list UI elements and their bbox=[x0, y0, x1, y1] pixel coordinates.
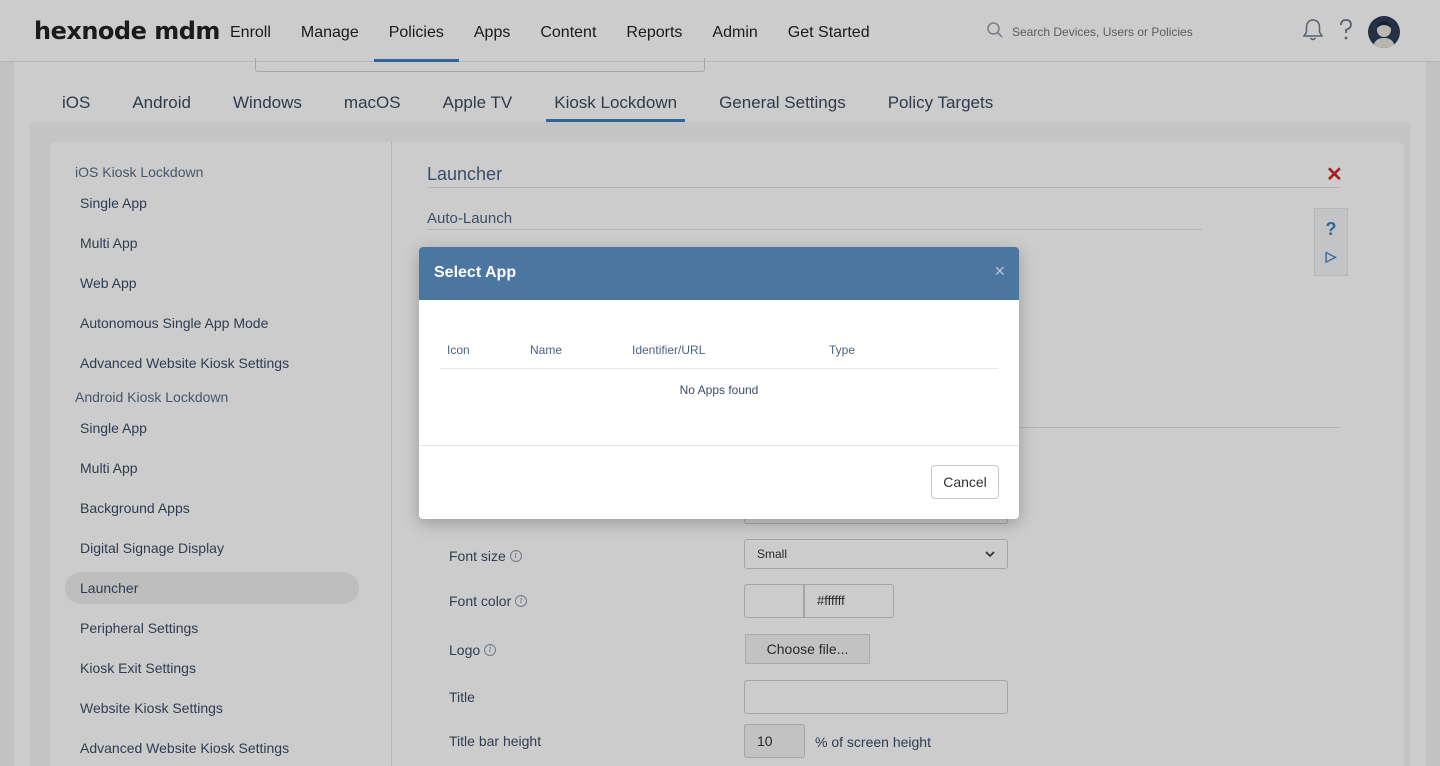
select-app-modal: Select App × Icon Name Identifier/URL Ty… bbox=[419, 247, 1019, 519]
column-header-icon: Icon bbox=[447, 343, 470, 357]
divider bbox=[419, 445, 1019, 446]
cancel-button[interactable]: Cancel bbox=[931, 465, 999, 499]
modal-header: Select App × bbox=[419, 247, 1019, 300]
divider bbox=[440, 368, 998, 369]
close-icon[interactable]: × bbox=[994, 261, 1005, 282]
modal-title: Select App bbox=[434, 264, 517, 281]
column-header-name: Name bbox=[530, 343, 563, 357]
column-header-type: Type bbox=[829, 343, 856, 357]
column-header-identifier: Identifier/URL bbox=[632, 343, 706, 357]
empty-state-message: No Apps found bbox=[679, 383, 759, 397]
